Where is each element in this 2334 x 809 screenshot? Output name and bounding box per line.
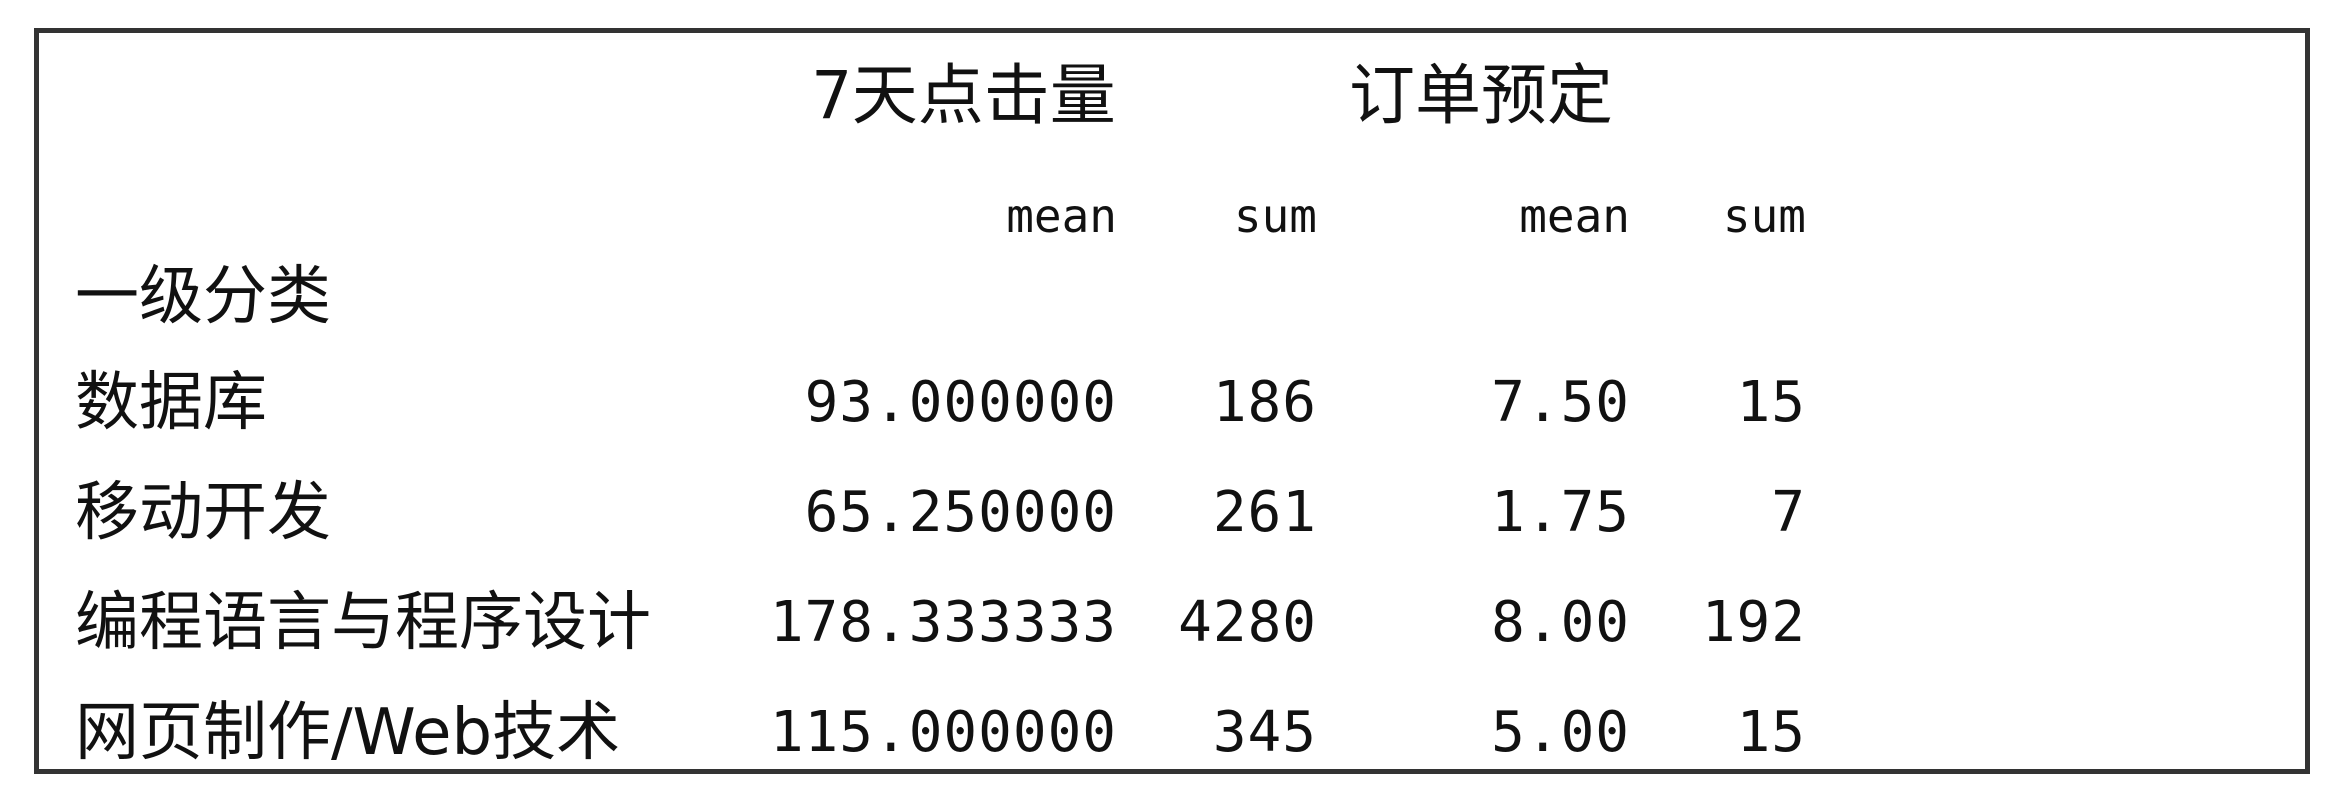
table-cell: 7 <box>1771 480 1806 545</box>
dataframe-table: 7天点击量 订单预定 mean sum mean sum 一级分类 数据库 93… <box>34 28 2310 774</box>
table-cell: 115.000000 <box>769 700 1117 765</box>
table-cell: 93.000000 <box>804 370 1117 435</box>
index-name: 一级分类 <box>75 260 331 334</box>
table-cell: 15 <box>1736 370 1806 435</box>
table-cell: 65.250000 <box>804 480 1117 545</box>
table-cell: 261 <box>1212 480 1317 545</box>
column-group-header: 7天点击量 <box>812 57 1116 134</box>
table-cell: 178.333333 <box>769 590 1117 655</box>
table-cell: 4280 <box>1178 590 1317 655</box>
table-cell: 7.50 <box>1491 370 1630 435</box>
table-cell: 345 <box>1212 700 1317 765</box>
table-cell: 192 <box>1701 590 1806 655</box>
row-label: 网页制作/Web技术 <box>75 696 621 770</box>
row-label: 移动开发 <box>75 476 331 550</box>
sub-column-header: mean <box>1519 189 1630 243</box>
column-group-header: 订单预定 <box>1349 57 1613 134</box>
table-cell: 15 <box>1736 700 1806 765</box>
row-label: 编程语言与程序设计 <box>75 586 651 660</box>
table-cell: 5.00 <box>1491 700 1630 765</box>
sub-column-header: mean <box>1006 189 1117 243</box>
table-cell: 1.75 <box>1491 480 1630 545</box>
row-label: 数据库 <box>75 366 267 440</box>
sub-column-header: sum <box>1722 189 1806 243</box>
table-cell: 186 <box>1212 370 1317 435</box>
table-cell: 8.00 <box>1491 590 1630 655</box>
sub-column-header: sum <box>1233 189 1317 243</box>
